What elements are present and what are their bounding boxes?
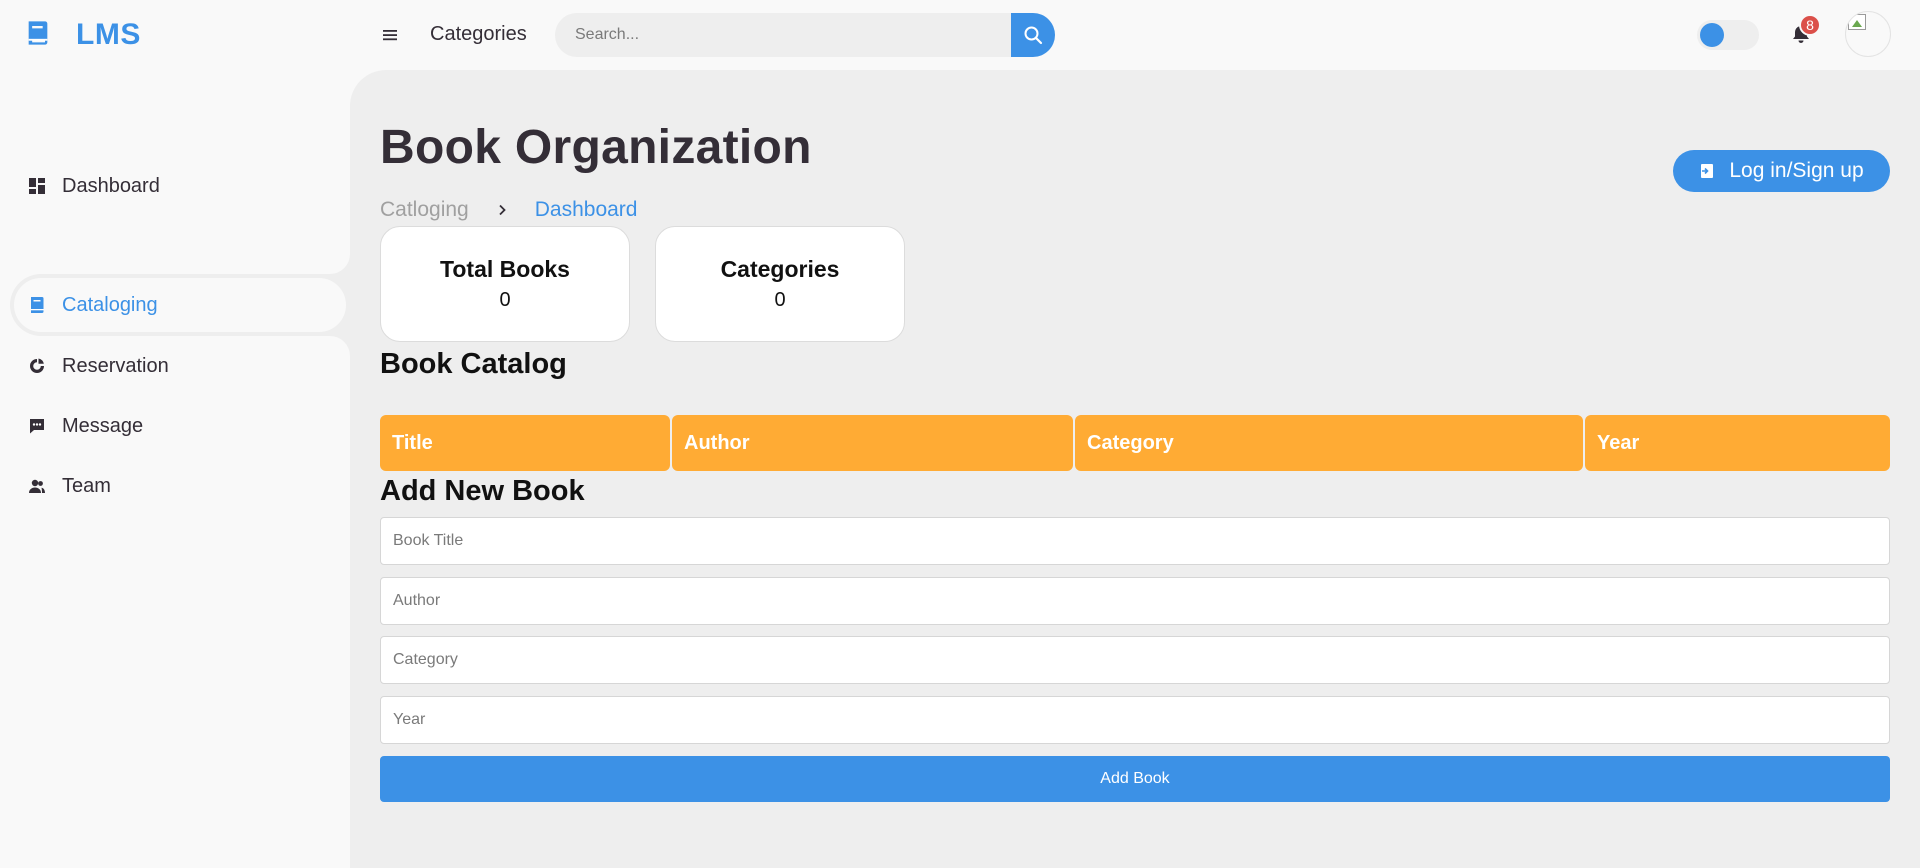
pie-chart-icon [28, 357, 46, 375]
breadcrumb-dashboard[interactable]: Dashboard [535, 198, 638, 222]
column-header-category[interactable]: Category [1075, 415, 1583, 471]
sidebar-item-label: Reservation [62, 354, 169, 377]
book-icon [28, 296, 46, 314]
sidebar: LMS Dashboard Cataloging Reservation Mes… [0, 0, 350, 868]
year-input[interactable] [380, 696, 1890, 744]
sidebar-item-cataloging[interactable]: Cataloging [10, 274, 350, 336]
chevron-right-icon [495, 203, 509, 217]
menu-icon[interactable] [382, 25, 398, 45]
message-icon [28, 417, 46, 435]
search-icon [1023, 25, 1043, 45]
breadcrumb-catloging[interactable]: Catloging [380, 198, 469, 222]
dashboard-icon [28, 177, 46, 195]
column-header-author[interactable]: Author [672, 415, 1073, 471]
team-icon [28, 477, 46, 495]
stat-card-categories: Categories 0 [655, 226, 905, 342]
dark-mode-toggle[interactable] [1697, 20, 1759, 50]
main-content: Book Organization Catloging Dashboard Lo… [350, 70, 1920, 868]
column-header-year[interactable]: Year [1585, 415, 1890, 471]
book-icon [24, 19, 52, 52]
author-input[interactable] [380, 577, 1890, 625]
book-title-input[interactable] [380, 517, 1890, 565]
top-nav: Categories 8 [350, 0, 1920, 70]
sidebar-item-label: Team [62, 474, 111, 497]
add-book-button[interactable]: Add Book [380, 756, 1890, 802]
avatar[interactable] [1845, 11, 1891, 57]
brand-name: LMS [76, 18, 141, 51]
add-new-book-title: Add New Book [380, 475, 585, 507]
login-signup-button[interactable]: Log in/Sign up [1673, 150, 1890, 192]
sidebar-item-label: Message [62, 414, 144, 437]
nav-link-categories[interactable]: Categories [430, 23, 527, 46]
notification-badge: 8 [1799, 14, 1821, 36]
stat-label: Total Books [440, 256, 570, 282]
sidebar-item-label: Cataloging [62, 293, 158, 316]
stat-value: 0 [774, 289, 786, 311]
sidebar-item-message[interactable]: Message [10, 402, 345, 450]
toggle-knob [1700, 23, 1724, 47]
broken-image-icon [1848, 14, 1866, 30]
stat-value: 0 [499, 289, 511, 311]
category-input[interactable] [380, 636, 1890, 684]
catalog-table-header: Title Author Category Year [380, 415, 1890, 471]
search-button[interactable] [1011, 13, 1055, 57]
book-catalog-title: Book Catalog [380, 348, 567, 380]
stat-label: Categories [720, 256, 840, 282]
column-header-title[interactable]: Title [380, 415, 670, 471]
stat-card-total-books: Total Books 0 [380, 226, 630, 342]
sidebar-item-label: Dashboard [62, 174, 160, 197]
login-icon [1699, 163, 1715, 179]
sidebar-item-team[interactable]: Team [10, 462, 345, 510]
search-form [555, 13, 1055, 57]
search-input[interactable] [555, 13, 1011, 57]
sidebar-item-dashboard[interactable]: Dashboard [10, 162, 345, 210]
brand[interactable]: LMS [24, 14, 141, 56]
sidebar-item-reservation[interactable]: Reservation [10, 342, 345, 390]
page-title: Book Organization [380, 121, 812, 174]
breadcrumb: Catloging Dashboard [380, 198, 637, 222]
login-signup-label: Log in/Sign up [1729, 159, 1864, 182]
